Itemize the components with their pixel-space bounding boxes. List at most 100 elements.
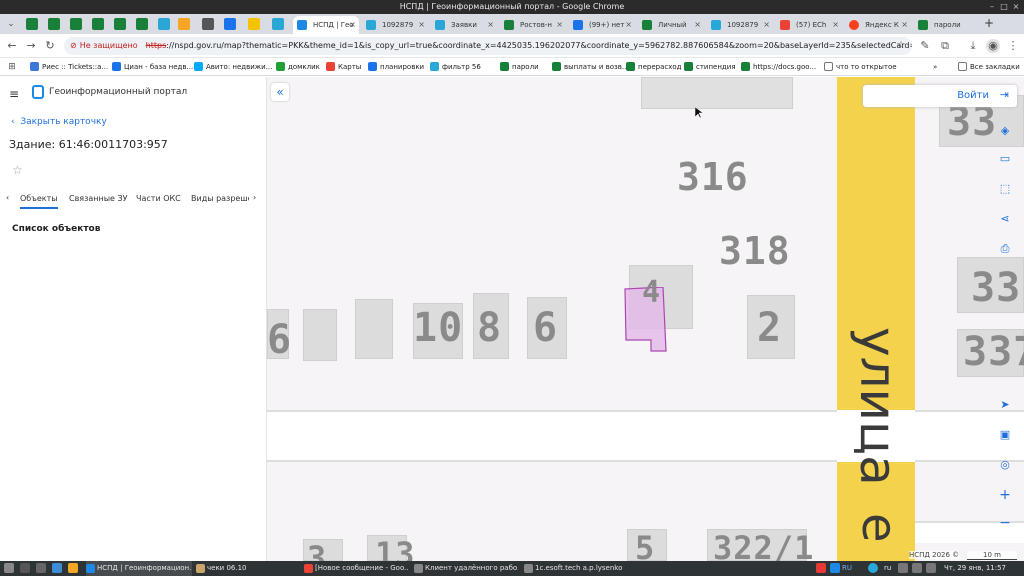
menu-icon[interactable]	[4, 563, 14, 573]
bookmark-item[interactable]: домклик	[276, 61, 320, 73]
sound-icon[interactable]	[912, 563, 922, 573]
tab-youtube[interactable]: (57) ECh ×	[776, 16, 842, 34]
tab-mail[interactable]: (99+) нет ×	[569, 16, 635, 34]
login-button[interactable]: Войти	[957, 90, 989, 101]
tab-lichny[interactable]: Личный ×	[638, 16, 704, 34]
back-icon[interactable]: ←	[5, 39, 19, 53]
taskbar-item[interactable]: 1c.esoft.tech a.p.lysenko	[524, 561, 634, 576]
print-icon[interactable]: ⎙	[995, 239, 1015, 259]
bookmark-item[interactable]: стипендия	[684, 61, 736, 73]
menu-kebab-icon[interactable]: ⋮	[1006, 39, 1020, 53]
tab-objects[interactable]: Объекты	[20, 194, 58, 209]
collapse-panel-button[interactable]: «	[271, 83, 289, 101]
folder-icon[interactable]	[68, 563, 78, 573]
desktop-icon[interactable]	[20, 563, 30, 573]
zoom-in-icon[interactable]: +	[995, 485, 1015, 505]
pen-icon[interactable]: ✎	[918, 39, 932, 53]
target-icon[interactable]: ◎	[995, 455, 1015, 475]
pinned-tab-icon[interactable]	[114, 18, 126, 30]
url-input[interactable]: ⊘ Не защищено https://nspd.gov.ru/map?them…	[64, 37, 912, 55]
close-tab-icon[interactable]: ×	[556, 16, 563, 34]
building-block[interactable]	[303, 309, 337, 361]
extensions-icon[interactable]: ⧉	[938, 39, 952, 53]
pinned-tab-icon[interactable]	[202, 18, 214, 30]
tray-app-icon[interactable]	[816, 563, 826, 573]
bookmark-item[interactable]: выплаты и возв...	[552, 61, 629, 73]
locate-icon[interactable]: ➤	[995, 395, 1015, 415]
bookmark-item[interactable]: пароли	[500, 61, 539, 73]
close-tab-icon[interactable]: ×	[487, 16, 494, 34]
tab-1092879-a[interactable]: 1092879 ×	[362, 16, 428, 34]
bookmark-item[interactable]: Циан - база недв...	[112, 61, 193, 73]
pinned-tab-icon[interactable]	[178, 18, 190, 30]
bookmark-item[interactable]: Карты	[326, 61, 361, 73]
tab-paroli[interactable]: пароли	[914, 16, 976, 34]
tabs-scroll-right-icon[interactable]: ›	[253, 193, 263, 202]
map-canvas[interactable]: 316 318 4 10 8 6 2 6 33 33 337 5 322/1 1…	[267, 77, 1024, 561]
pinned-tab-icon[interactable]	[70, 18, 82, 30]
favorite-star-icon[interactable]: ☆	[12, 163, 23, 177]
taskbar-item[interactable]: НСПД | Геоинформацион...	[86, 561, 192, 576]
hamburger-menu-icon[interactable]: ≡	[9, 87, 19, 101]
taskbar-item[interactable]: [Новое сообщение - Goo...	[304, 561, 408, 576]
files-icon[interactable]	[52, 563, 62, 573]
pinned-tab-icon[interactable]	[92, 18, 104, 30]
close-tab-icon[interactable]: ×	[694, 16, 701, 34]
minimize-icon[interactable]: –	[987, 2, 997, 12]
maximize-icon[interactable]: □	[999, 2, 1009, 12]
close-window-icon[interactable]: ×	[1011, 2, 1021, 12]
bookmark-star-icon[interactable]: ☆	[894, 39, 908, 53]
taskbar-item[interactable]: чеки 06.10	[196, 561, 300, 576]
clock[interactable]: Чт, 29 янв, 11:57	[944, 561, 1006, 576]
pinned-tab-icon[interactable]	[248, 18, 260, 30]
select-area-icon[interactable]: ⬚	[995, 179, 1015, 199]
building-block[interactable]	[355, 299, 393, 359]
tab-search-icon[interactable]: ⌄	[4, 17, 18, 31]
bookmark-item[interactable]: https://docs.goo...	[741, 61, 816, 73]
bookmark-item[interactable]: Авито: недвижи...	[194, 61, 272, 73]
tab-zayavki[interactable]: Заявки ×	[431, 16, 497, 34]
pinned-tab-icon[interactable]	[158, 18, 170, 30]
new-tab-icon[interactable]: +	[982, 16, 996, 30]
close-tab-icon[interactable]: ×	[901, 16, 908, 34]
close-card-link[interactable]: ‹ Закрыть карточку	[11, 117, 107, 127]
tab-rostov[interactable]: Ростов-н ×	[500, 16, 566, 34]
reload-icon[interactable]: ↻	[43, 39, 57, 53]
close-tab-icon[interactable]: ×	[349, 16, 356, 34]
zoom-out-icon[interactable]: −	[995, 513, 1015, 533]
close-tab-icon[interactable]: ×	[418, 16, 425, 34]
profile-avatar[interactable]: ◉	[986, 39, 1000, 53]
pinned-tab-icon[interactable]	[272, 18, 284, 30]
input-language-indicator[interactable]: ru	[884, 561, 891, 576]
bookmark-item[interactable]: Риес :: Tickets::a...	[30, 61, 108, 73]
ruler-icon[interactable]: ▭	[995, 149, 1015, 169]
bookmark-item[interactable]: фильтр 56	[430, 61, 481, 73]
bookmark-item[interactable]: планировки	[368, 61, 424, 73]
close-tab-icon[interactable]: ×	[763, 16, 770, 34]
building-block[interactable]	[641, 77, 793, 109]
forward-icon[interactable]: →	[24, 39, 38, 53]
pinned-tab-icon[interactable]	[26, 18, 38, 30]
tray-app-icon[interactable]	[868, 563, 878, 573]
network-icon[interactable]	[898, 563, 908, 573]
battery-icon[interactable]	[926, 563, 936, 573]
tab-nspd[interactable]: НСПД | Гео ×	[293, 16, 359, 34]
layers-icon[interactable]: ◈	[995, 121, 1015, 141]
close-tab-icon[interactable]: ×	[832, 16, 839, 34]
keyboard-layout-indicator[interactable]: RU	[842, 561, 852, 576]
tab-yandex[interactable]: Яндекс К ×	[845, 16, 911, 34]
share-icon[interactable]: ⋖	[995, 209, 1015, 229]
more-bookmarks-icon[interactable]: »	[933, 61, 937, 73]
tab-linked-land[interactable]: Связанные ЗУ	[69, 194, 128, 203]
apps-grid-icon[interactable]: ⊞	[5, 60, 19, 74]
download-icon[interactable]: ⤓	[966, 39, 980, 53]
all-bookmarks-folder[interactable]: Все закладки	[958, 61, 1020, 73]
pinned-tab-icon[interactable]	[224, 18, 236, 30]
pinned-tab-icon[interactable]	[136, 18, 148, 30]
tab-permitted-use[interactable]: Виды разрешен	[191, 194, 249, 203]
tray-app-icon[interactable]	[830, 563, 840, 573]
tab-1092879-b[interactable]: 1092879 ×	[707, 16, 773, 34]
bookmark-item[interactable]: перерасход	[626, 61, 681, 73]
tabs-scroll-left-icon[interactable]: ‹	[6, 193, 16, 202]
terminal-icon[interactable]	[36, 563, 46, 573]
